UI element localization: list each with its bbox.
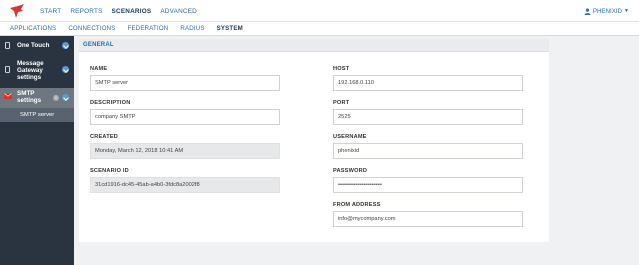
nav-scenarios[interactable]: SCENARIOS xyxy=(112,8,152,15)
sidebar-subitem-smtp-server[interactable]: SMTP server xyxy=(0,108,74,122)
section-title: GENERAL xyxy=(83,42,114,48)
created-field: Monday, March 12, 2018 10:41 AM xyxy=(90,143,280,159)
name-label: NAME xyxy=(90,66,108,72)
scenario-id-field: 31cd1916-dc45-45ab-a4b0-3fdc8a2002f8 xyxy=(90,177,280,193)
mobile-phone-icon xyxy=(5,42,10,49)
section-header[interactable]: GENERAL xyxy=(79,39,549,52)
sidebar-item-message-gateway[interactable]: Message Gateway settings xyxy=(0,58,74,84)
nav-start[interactable]: START xyxy=(40,8,61,15)
sidebar: One Touch Message Gateway settings SMTP … xyxy=(0,36,74,265)
from-address-label: FROM ADDRESS xyxy=(333,202,381,208)
tab-federation[interactable]: FEDERATION xyxy=(128,25,169,32)
user-menu[interactable]: PHENIXID ▼ xyxy=(584,0,629,22)
top-navigation: START REPORTS SCENARIOS ADVANCED PHENIXI… xyxy=(0,0,639,22)
nav-reports[interactable]: REPORTS xyxy=(70,8,102,15)
host-field[interactable]: 192.168.0.110 xyxy=(333,75,523,91)
mobile-phone-icon xyxy=(5,66,10,73)
sidebar-item-smtp-settings[interactable]: SMTP settings i xyxy=(0,88,74,108)
tab-system[interactable]: SYSTEM xyxy=(217,25,243,32)
envelope-icon xyxy=(4,93,12,99)
expand-button[interactable] xyxy=(62,42,69,49)
password-field[interactable]: •••••••••••••••••••••• xyxy=(333,177,523,193)
password-label: PASSWORD xyxy=(333,168,368,174)
host-label: HOST xyxy=(333,66,350,72)
user-name: PHENIXID xyxy=(592,7,623,15)
from-address-field[interactable]: info@mycompany.com xyxy=(333,211,523,227)
phenixid-logo[interactable] xyxy=(9,3,25,19)
collapse-button[interactable] xyxy=(62,94,69,101)
tab-applications[interactable]: APPLICATIONS xyxy=(10,25,56,32)
port-label: PORT xyxy=(333,100,350,106)
description-label: DESCRIPTION xyxy=(90,100,131,106)
sidebar-item-label: Message Gateway settings xyxy=(17,60,44,81)
username-field[interactable]: phenixid xyxy=(333,143,523,159)
chevron-down-icon: ▼ xyxy=(624,8,629,14)
name-field[interactable]: SMTP server xyxy=(90,75,280,91)
scenario-id-label: SCENARIO ID xyxy=(90,168,129,174)
sidebar-item-label: One Touch xyxy=(17,42,50,49)
port-field[interactable]: 2525 xyxy=(333,109,523,125)
info-icon[interactable]: i xyxy=(53,95,59,101)
description-field[interactable]: company SMTP xyxy=(90,109,280,125)
username-label: USERNAME xyxy=(333,134,367,140)
user-icon xyxy=(584,7,591,15)
expand-button[interactable] xyxy=(62,66,69,73)
general-panel: GENERAL NAME SMTP server DESCRIPTION com… xyxy=(79,39,549,242)
tab-connections[interactable]: CONNECTIONS xyxy=(68,25,115,32)
sidebar-item-label: SMTP settings xyxy=(17,90,42,104)
sub-navigation: APPLICATIONS CONNECTIONS FEDERATION RADI… xyxy=(0,22,639,36)
sidebar-item-one-touch[interactable]: One Touch xyxy=(0,36,74,54)
sidebar-subitem-label: SMTP server xyxy=(20,112,55,118)
nav-advanced[interactable]: ADVANCED xyxy=(160,8,197,15)
tab-radius[interactable]: RADIUS xyxy=(180,25,204,32)
created-label: CREATED xyxy=(90,134,119,140)
